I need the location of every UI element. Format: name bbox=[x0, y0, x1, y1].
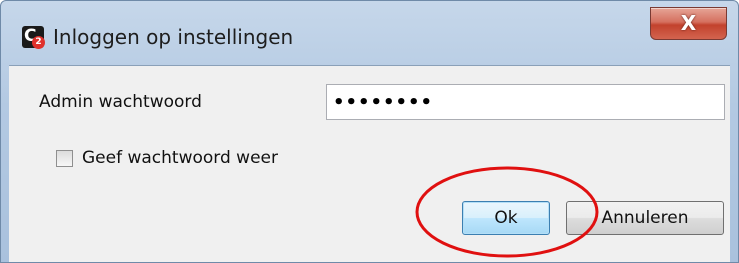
window-title: Inloggen op instellingen bbox=[53, 25, 294, 49]
password-label: Admin wachtwoord bbox=[39, 92, 202, 112]
show-password-label[interactable]: Geef wachtwoord weer bbox=[82, 148, 278, 168]
close-button[interactable]: X bbox=[650, 7, 727, 40]
password-input[interactable] bbox=[326, 84, 725, 120]
show-password-checkbox[interactable] bbox=[56, 150, 73, 167]
dialog-content: Admin wachtwoord Geef wachtwoord weer Ok… bbox=[9, 65, 730, 262]
title-bar[interactable]: C 2 Inloggen op instellingen X bbox=[1, 1, 738, 65]
ok-button[interactable]: Ok bbox=[462, 201, 550, 235]
app-logo-badge: 2 bbox=[32, 36, 45, 49]
app-logo-icon: C 2 bbox=[22, 26, 45, 49]
login-dialog: C 2 Inloggen op instellingen X Admin wac… bbox=[0, 0, 739, 263]
cancel-button[interactable]: Annuleren bbox=[566, 201, 724, 235]
close-icon: X bbox=[680, 11, 697, 35]
